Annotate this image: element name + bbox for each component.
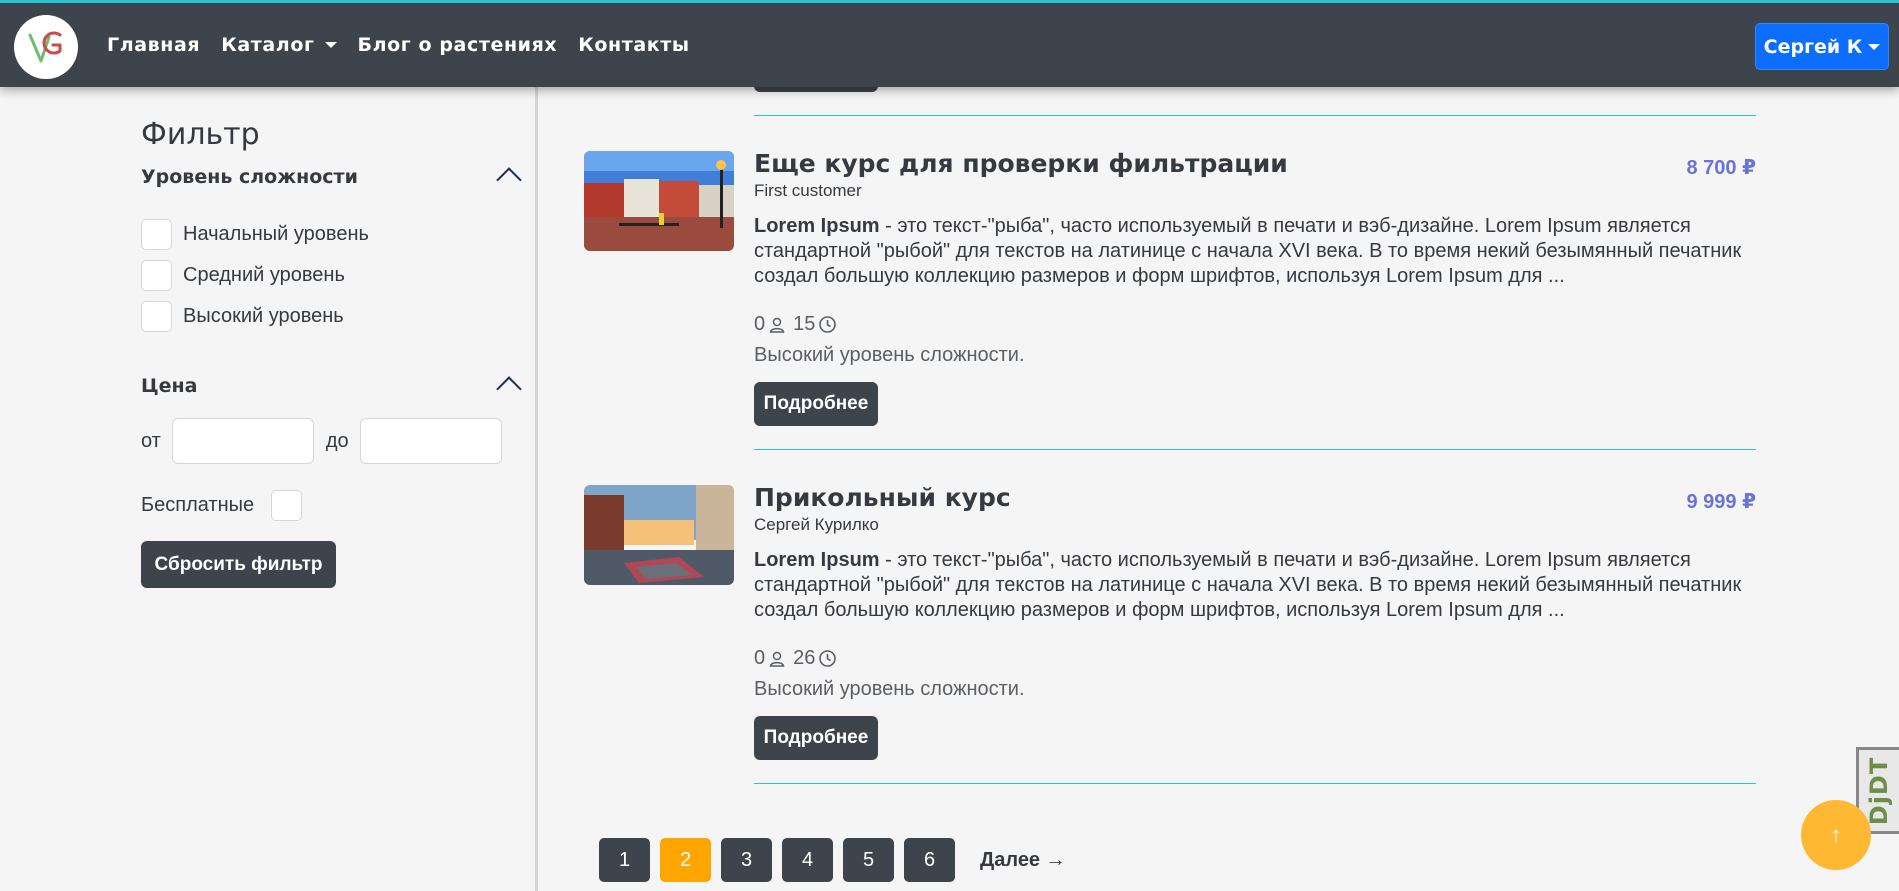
difficulty-heading[interactable]: Уровень сложности <box>141 166 358 188</box>
course-author: First customer <box>754 181 862 200</box>
level-option-beginner[interactable]: Начальный уровень <box>141 219 369 250</box>
user-icon <box>769 651 785 667</box>
divider <box>754 449 1756 450</box>
arrow-up-icon: ↑ <box>1830 822 1842 847</box>
clock-icon <box>819 316 837 333</box>
free-checkbox[interactable] <box>271 490 303 521</box>
course-description-bold: Lorem Ipsum <box>754 549 880 571</box>
user-icon <box>769 317 785 333</box>
course-description-bold: Lorem Ipsum <box>754 215 880 237</box>
chevron-up-icon[interactable] <box>496 167 522 193</box>
level-label: Средний уровень <box>183 264 345 286</box>
debug-toolbar-label: DjDT <box>1865 756 1894 825</box>
course-more-button[interactable]: Подробнее <box>754 716 878 760</box>
chevron-up-icon[interactable] <box>496 376 522 402</box>
course-meta: 0 26 <box>754 647 840 670</box>
pagination: 1 2 3 4 5 6 Далее → <box>599 838 1066 882</box>
filter-title: Фильтр <box>141 117 260 152</box>
page-button-1[interactable]: 1 <box>599 838 650 882</box>
next-page-link[interactable]: Далее → <box>980 849 1066 872</box>
level-label: Начальный уровень <box>183 223 369 245</box>
course-photo <box>584 485 734 585</box>
price-from-label: от <box>141 429 161 452</box>
course-title[interactable]: Еще курс для проверки фильтрации <box>754 149 1288 178</box>
level-checkbox-beginner[interactable] <box>141 219 172 250</box>
nav-contacts[interactable]: Контакты <box>578 34 689 56</box>
nav-catalog[interactable]: Каталог <box>221 34 337 56</box>
user-menu-button[interactable]: Сергей К <box>1755 23 1889 70</box>
level-checkbox-middle[interactable] <box>141 260 172 291</box>
course-level: Высокий уровень сложности. <box>754 678 1025 700</box>
divider <box>754 783 1756 784</box>
course-image[interactable] <box>584 151 734 251</box>
caret-down-icon <box>324 42 337 48</box>
user-name: Сергей К <box>1763 35 1863 58</box>
course-author: Сергей Курилко <box>754 515 879 534</box>
course-description-text: - это текст-"рыба", часто используемый в… <box>754 215 1742 287</box>
price-from-input[interactable] <box>171 418 314 464</box>
nav-home[interactable]: Главная <box>107 34 200 56</box>
course-description: Lorem Ipsum - это текст-"рыба", часто ис… <box>754 214 1756 289</box>
page-button-5[interactable]: 5 <box>843 838 894 882</box>
hours-count: 26 <box>793 647 816 669</box>
course-photo <box>584 151 734 251</box>
reset-filter-button[interactable]: Сбросить фильтр <box>141 541 336 588</box>
site-logo[interactable] <box>14 15 78 79</box>
clock-icon <box>819 650 837 667</box>
level-checkbox-high[interactable] <box>141 301 172 332</box>
nav-blog[interactable]: Блог о растениях <box>358 34 558 56</box>
logo-icon <box>28 31 62 63</box>
page-button-2[interactable]: 2 <box>660 838 711 882</box>
free-option[interactable]: Бесплатные <box>141 490 303 521</box>
caret-down-icon <box>1868 43 1881 50</box>
price-to-input[interactable] <box>359 418 502 464</box>
nav-catalog-label: Каталог <box>221 34 315 56</box>
course-image[interactable] <box>584 485 734 585</box>
price-range: от до <box>141 418 514 464</box>
page-button-3[interactable]: 3 <box>721 838 772 882</box>
level-option-middle[interactable]: Средний уровень <box>141 260 345 291</box>
divider <box>754 115 1756 116</box>
course-price: 8 700 ₽ <box>1686 157 1756 179</box>
level-label: Высокий уровень <box>183 305 344 327</box>
course-description: Lorem Ipsum - это текст-"рыба", часто ис… <box>754 548 1756 623</box>
course-level: Высокий уровень сложности. <box>754 344 1025 366</box>
students-count: 0 <box>754 647 766 669</box>
course-price: 9 999 ₽ <box>1686 491 1756 513</box>
course-description-text: - это текст-"рыба", часто используемый в… <box>754 549 1742 621</box>
students-count: 0 <box>754 313 766 335</box>
price-to-label: до <box>325 429 349 452</box>
course-title[interactable]: Прикольный курс <box>754 483 1011 512</box>
hours-count: 15 <box>793 313 816 335</box>
page-button-4[interactable]: 4 <box>782 838 833 882</box>
sidebar-divider <box>535 87 538 891</box>
course-more-button[interactable]: Подробнее <box>754 382 878 426</box>
navbar: Главная Каталог Блог о растениях Контакт… <box>0 0 1899 87</box>
course-meta: 0 15 <box>754 313 840 336</box>
price-heading[interactable]: Цена <box>141 375 197 397</box>
free-label: Бесплатные <box>141 494 255 516</box>
level-option-high[interactable]: Высокий уровень <box>141 301 344 332</box>
scroll-to-top-button[interactable]: ↑ <box>1801 800 1871 870</box>
page-button-6[interactable]: 6 <box>904 838 955 882</box>
